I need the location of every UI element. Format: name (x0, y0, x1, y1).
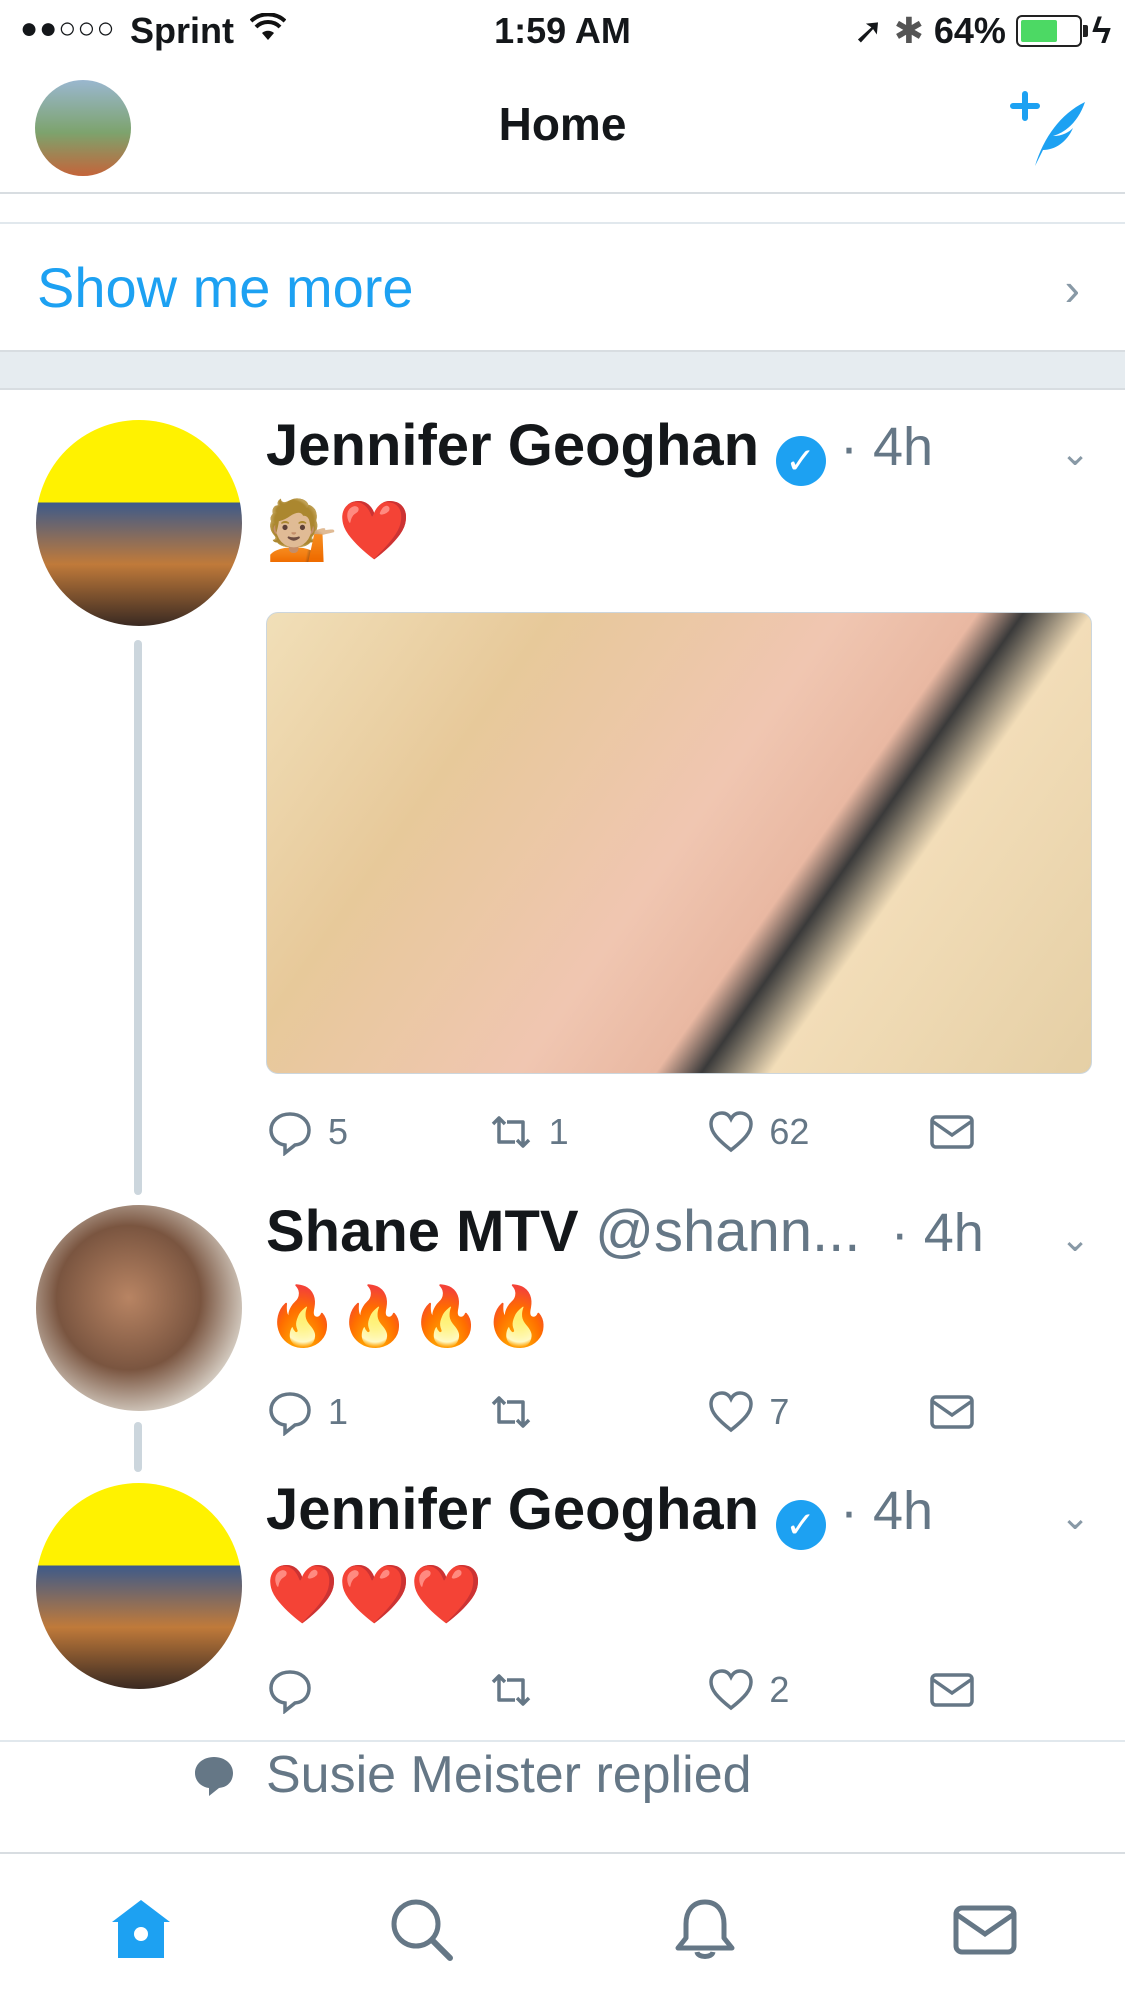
avatar[interactable] (36, 420, 242, 626)
thread-line (134, 1422, 142, 1472)
reply-icon (269, 1392, 311, 1436)
like-button[interactable]: 62 (707, 1108, 857, 1156)
retweet-button[interactable] (487, 1388, 637, 1436)
page-title: Home (498, 98, 627, 150)
retweet-count: 1 (548, 1111, 569, 1152)
tweet-actions: 1 7 (266, 1388, 976, 1436)
reply-button[interactable] (266, 1666, 416, 1714)
tweet-actions: 2 (266, 1666, 976, 1714)
like-count: 2 (769, 1669, 790, 1710)
mail-icon (930, 1395, 974, 1429)
tab-bar (0, 1852, 1125, 2003)
heart-icon (709, 1391, 754, 1433)
like-button[interactable]: 7 (707, 1388, 857, 1436)
tweet-text: 🔥🔥🔥🔥 (266, 1282, 555, 1350)
tweet-time: · 4h (840, 417, 934, 477)
reply-icon (269, 1112, 311, 1156)
mail-icon[interactable] (950, 1894, 1020, 1964)
battery-percent: 64% (933, 10, 1006, 51)
reply-count: 5 (328, 1111, 349, 1152)
tweet-text: 💁🏼❤️ (266, 496, 411, 564)
tweet-author-name[interactable]: Shane MTV (266, 1199, 579, 1264)
like-button[interactable]: 2 (707, 1666, 857, 1714)
thread-line (134, 640, 142, 1195)
retweet-icon (491, 1396, 530, 1428)
reply-button[interactable]: 5 (266, 1108, 416, 1156)
dm-share-button[interactable] (928, 1108, 976, 1156)
chevron-down-icon[interactable]: ⌄ (1060, 1496, 1090, 1538)
battery-icon (1015, 15, 1088, 47)
status-right: ➚ ✱ 64% ϟ (854, 10, 1111, 52)
avatar[interactable] (36, 1205, 242, 1411)
retweet-button[interactable] (487, 1666, 637, 1714)
social-context-row[interactable]: Susie Meister replied (190, 1745, 752, 1805)
tweet-header: Jennifer Geoghan ✓ · 4h (266, 412, 933, 486)
previous-item-edge (0, 192, 1125, 224)
social-context-text: Susie Meister replied (266, 1746, 752, 1804)
bell-icon[interactable] (670, 1894, 740, 1964)
chevron-down-icon[interactable]: ⌄ (1060, 432, 1090, 474)
dm-share-button[interactable] (928, 1388, 976, 1436)
tweet-author-handle[interactable]: @shann... (595, 1199, 860, 1264)
reply-count: 1 (328, 1391, 349, 1432)
charging-icon: ϟ (1091, 10, 1111, 51)
like-count: 62 (769, 1111, 810, 1152)
tweet-photo[interactable] (266, 612, 1092, 1074)
chevron-right-icon: › (1064, 263, 1080, 315)
tweet-text: ❤️❤️❤️ (266, 1560, 483, 1628)
chevron-down-icon[interactable]: ⌄ (1060, 1218, 1090, 1260)
location-arrow-icon: ➚ (853, 10, 884, 51)
tweet-time: · 4h (840, 1481, 934, 1541)
heart-icon (709, 1111, 754, 1153)
retweet-icon (491, 1674, 530, 1706)
tweet-author-name[interactable]: Jennifer Geoghan (266, 413, 759, 478)
tweet-time: · 4h (890, 1203, 984, 1263)
tweet-header: Jennifer Geoghan ✓ · 4h (266, 1476, 933, 1550)
tweet-author-name[interactable]: Jennifer Geoghan (266, 1477, 759, 1542)
avatar[interactable] (36, 1483, 242, 1689)
mail-icon (930, 1115, 974, 1149)
nav-header: Home (0, 62, 1125, 194)
search-icon[interactable] (386, 1894, 456, 1964)
speech-bubble-icon (195, 1757, 233, 1796)
status-bar: ●●○○○ Sprint 1:59 AM ➚ ✱ 64% ϟ (0, 0, 1125, 62)
tweet-actions: 5 1 62 (266, 1108, 976, 1156)
like-count: 7 (769, 1391, 790, 1432)
home-icon[interactable] (106, 1894, 176, 1964)
verified-badge-icon: ✓ (775, 435, 826, 486)
dm-share-button[interactable] (928, 1666, 976, 1714)
reply-icon (269, 1670, 311, 1714)
divider (0, 1740, 1125, 1742)
reply-button[interactable]: 1 (266, 1388, 416, 1436)
mail-icon (930, 1673, 974, 1707)
retweet-button[interactable]: 1 (487, 1108, 637, 1156)
tweet-header: Shane MTV @shann... · 4h (266, 1198, 1066, 1265)
section-divider (0, 350, 1125, 390)
compose-tweet-icon[interactable] (1005, 84, 1095, 174)
retweet-icon (491, 1116, 530, 1148)
heart-icon (709, 1669, 754, 1711)
show-more-label[interactable]: Show me more (37, 255, 414, 320)
bluetooth-icon: ✱ (893, 10, 924, 51)
show-more-row[interactable]: Show me more › (0, 222, 1125, 350)
verified-badge-icon: ✓ (775, 1499, 826, 1550)
